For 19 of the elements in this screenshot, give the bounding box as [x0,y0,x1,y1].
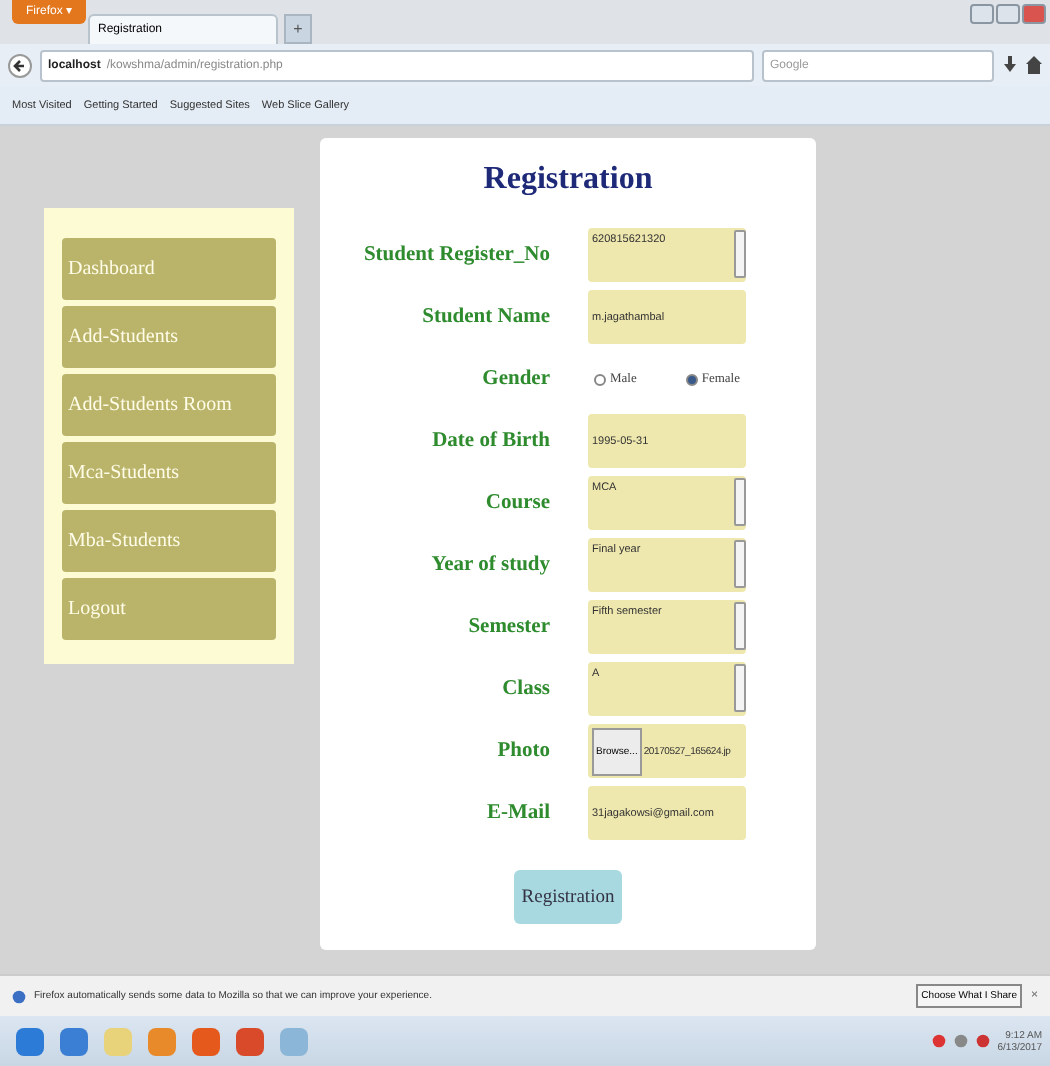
field-label: Photo [495,740,550,762]
form-title: Registration [483,162,653,198]
home-icon[interactable] [1026,56,1042,74]
close-button[interactable] [1022,4,1046,24]
field-label: Semester [466,616,550,638]
field-label: Date of Birth [430,430,550,452]
field-label: Student Name [420,306,550,328]
download-icon[interactable] [1002,56,1018,74]
field-label: E-Mail [485,802,550,824]
registration-button[interactable]: Registration [513,870,623,924]
field-label: Gender [480,368,550,390]
minimize-button[interactable] [970,4,994,24]
new-tab-button[interactable]: + [284,14,312,44]
field-label: Course [483,492,550,514]
maximize-button[interactable] [996,4,1020,24]
field-label: Class [500,678,550,700]
field-label: Year of study [429,554,550,576]
field-label: Student Register_No [361,244,550,266]
back-icon[interactable] [8,53,32,77]
